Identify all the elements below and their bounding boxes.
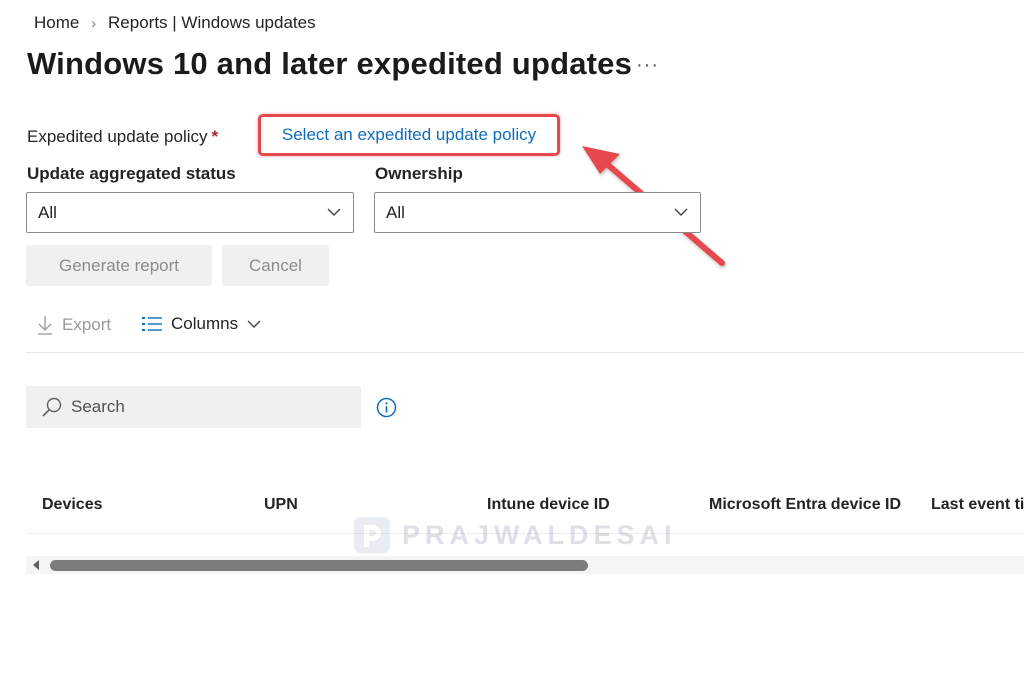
policy-label-text: Expedited update policy	[27, 127, 208, 146]
column-header-last-event[interactable]: Last event ti	[931, 496, 1024, 514]
column-header-entra-device-id[interactable]: Microsoft Entra device ID	[709, 496, 901, 514]
select-policy-link-text[interactable]: Select an expedited update policy	[282, 125, 536, 145]
cancel-button[interactable]: Cancel	[222, 245, 329, 286]
info-icon[interactable]	[376, 397, 397, 418]
chevron-down-icon	[247, 320, 261, 328]
column-header-intune-device-id[interactable]: Intune device ID	[487, 496, 610, 514]
more-icon[interactable]: ···	[636, 54, 659, 77]
column-header-upn[interactable]: UPN	[264, 496, 298, 514]
breadcrumb-home[interactable]: Home	[34, 13, 79, 33]
search-input[interactable]: Search	[26, 386, 361, 428]
chevron-down-icon	[674, 208, 688, 216]
page-title: Windows 10 and later expedited updates	[27, 46, 633, 81]
scrollbar-thumb[interactable]	[50, 560, 588, 571]
chevron-down-icon	[327, 208, 341, 216]
list-icon	[142, 317, 162, 331]
watermark-text: PRAJWALDESAI	[402, 519, 677, 550]
required-marker: *	[211, 127, 219, 146]
watermark-logo	[354, 517, 390, 553]
ownership-label: Ownership	[375, 164, 463, 183]
select-policy-link[interactable]: Select an expedited update policy	[258, 114, 560, 156]
ownership-dropdown[interactable]: All	[374, 192, 701, 233]
update-status-label: Update aggregated status	[27, 164, 236, 183]
export-button[interactable]: Export	[36, 314, 111, 336]
breadcrumb: Home › Reports | Windows updates	[34, 13, 316, 33]
search-placeholder: Search	[71, 397, 125, 416]
search-icon	[42, 397, 62, 417]
update-status-dropdown[interactable]: All	[26, 192, 354, 233]
ownership-value: All	[386, 202, 405, 222]
policy-label: Expedited update policy *	[27, 127, 218, 147]
update-status-value: All	[38, 202, 57, 222]
generate-report-button[interactable]: Generate report	[26, 245, 212, 286]
chevron-right-icon: ›	[91, 15, 97, 31]
export-label: Export	[62, 315, 112, 334]
column-header-devices[interactable]: Devices	[42, 496, 103, 514]
columns-label: Columns	[171, 314, 239, 333]
breadcrumb-reports[interactable]: Reports | Windows updates	[108, 13, 316, 33]
watermark: PRAJWALDESAI	[352, 515, 677, 555]
scroll-left-icon[interactable]	[31, 559, 41, 571]
columns-button[interactable]: Columns	[141, 314, 262, 334]
download-icon	[38, 316, 52, 335]
toolbar-divider	[26, 352, 1024, 353]
